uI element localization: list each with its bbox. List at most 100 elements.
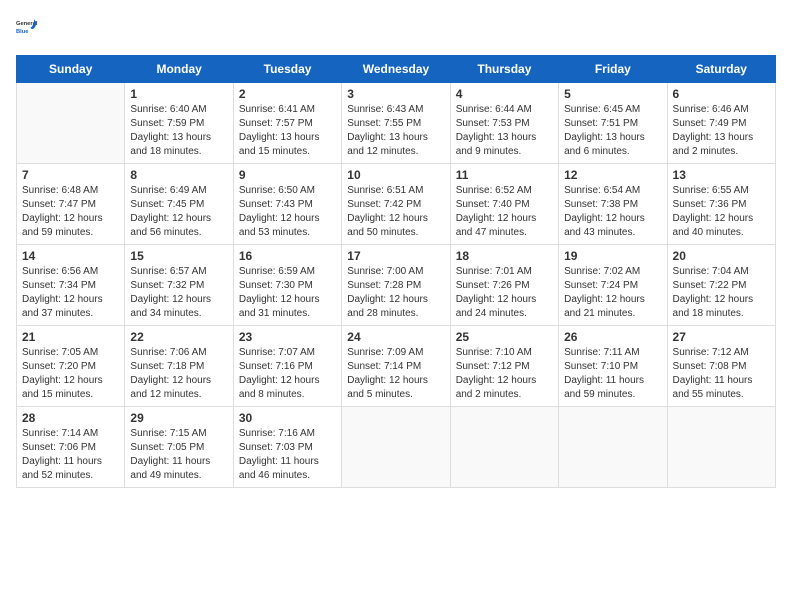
calendar-cell: 26 Sunrise: 7:11 AMSunset: 7:10 PMDayligh…: [559, 326, 667, 407]
calendar-cell: 24Sunrise: 7:09 AMSunset: 7:14 PMDayligh…: [342, 326, 450, 407]
calendar-cell: 28 Sunrise: 7:14 AMSunset: 7:06 PMDayligh…: [17, 407, 125, 488]
day-number: 23: [239, 330, 336, 344]
calendar-cell: 7 Sunrise: 6:48 AMSunset: 7:47 PMDaylight…: [17, 164, 125, 245]
day-info: Sunrise: 7:15 AMSunset: 7:05 PMDaylight:…: [130, 427, 227, 483]
calendar-cell: 1 Sunrise: 6:40 AMSunset: 7:59 PMDaylight…: [125, 83, 233, 164]
day-number: 14: [22, 249, 119, 263]
day-number: 27: [673, 330, 770, 344]
weekday-header-sunday: Sunday: [17, 56, 125, 83]
calendar-cell: 27 Sunrise: 7:12 AMSunset: 7:08 PMDayligh…: [667, 326, 775, 407]
day-info: Sunrise: 7:11 AMSunset: 7:10 PMDaylight:…: [564, 346, 661, 402]
calendar-cell: 15Sunrise: 6:57 AMSunset: 7:32 PMDayligh…: [125, 245, 233, 326]
calendar-cell: 3 Sunrise: 6:43 AMSunset: 7:55 PMDaylight…: [342, 83, 450, 164]
calendar-cell: 2Sunrise: 6:41 AMSunset: 7:57 PMDaylight…: [233, 83, 341, 164]
day-info: Sunrise: 7:07 AMSunset: 7:16 PMDaylight:…: [239, 346, 336, 402]
day-info: Sunrise: 6:49 AMSunset: 7:45 PMDaylight:…: [130, 184, 227, 240]
week-row-1: 1 Sunrise: 6:40 AMSunset: 7:59 PMDaylight…: [17, 83, 776, 164]
day-info: Sunrise: 6:48 AMSunset: 7:47 PMDaylight:…: [22, 184, 119, 240]
calendar-cell: 20 Sunrise: 7:04 AMSunset: 7:22 PMDayligh…: [667, 245, 775, 326]
day-number: 6: [673, 87, 770, 101]
day-info: Sunrise: 6:50 AMSunset: 7:43 PMDaylight:…: [239, 184, 336, 240]
day-info: Sunrise: 6:45 AMSunset: 7:51 PMDaylight:…: [564, 103, 661, 159]
day-number: 11: [456, 168, 553, 182]
calendar-cell: 9 Sunrise: 6:50 AMSunset: 7:43 PMDaylight…: [233, 164, 341, 245]
weekday-header-tuesday: Tuesday: [233, 56, 341, 83]
day-number: 16: [239, 249, 336, 263]
calendar-cell: 25 Sunrise: 7:10 AMSunset: 7:12 PMDayligh…: [450, 326, 558, 407]
calendar-cell: 30 Sunrise: 7:16 AMSunset: 7:03 PMDayligh…: [233, 407, 341, 488]
day-number: 26: [564, 330, 661, 344]
day-number: 17: [347, 249, 444, 263]
calendar-cell: 8 Sunrise: 6:49 AMSunset: 7:45 PMDaylight…: [125, 164, 233, 245]
calendar: SundayMondayTuesdayWednesdayThursdayFrid…: [16, 55, 776, 488]
weekday-header-saturday: Saturday: [667, 56, 775, 83]
day-info: Sunrise: 6:40 AMSunset: 7:59 PMDaylight:…: [130, 103, 227, 159]
calendar-cell: 6Sunrise: 6:46 AMSunset: 7:49 PMDaylight…: [667, 83, 775, 164]
day-info: Sunrise: 7:04 AMSunset: 7:22 PMDaylight:…: [673, 265, 770, 321]
day-info: Sunrise: 7:12 AMSunset: 7:08 PMDaylight:…: [673, 346, 770, 402]
day-number: 2: [239, 87, 336, 101]
calendar-cell: 17 Sunrise: 7:00 AMSunset: 7:28 PMDayligh…: [342, 245, 450, 326]
day-info: Sunrise: 6:43 AMSunset: 7:55 PMDaylight:…: [347, 103, 444, 159]
day-number: 24: [347, 330, 444, 344]
calendar-cell: 10Sunrise: 6:51 AMSunset: 7:42 PMDayligh…: [342, 164, 450, 245]
week-row-4: 21Sunrise: 7:05 AMSunset: 7:20 PMDayligh…: [17, 326, 776, 407]
calendar-cell: [450, 407, 558, 488]
calendar-cell: 12 Sunrise: 6:54 AMSunset: 7:38 PMDayligh…: [559, 164, 667, 245]
day-number: 5: [564, 87, 661, 101]
calendar-cell: 13Sunrise: 6:55 AMSunset: 7:36 PMDayligh…: [667, 164, 775, 245]
calendar-cell: 11 Sunrise: 6:52 AMSunset: 7:40 PMDayligh…: [450, 164, 558, 245]
weekday-header-row: SundayMondayTuesdayWednesdayThursdayFrid…: [17, 56, 776, 83]
day-info: Sunrise: 7:06 AMSunset: 7:18 PMDaylight:…: [130, 346, 227, 402]
day-number: 22: [130, 330, 227, 344]
calendar-cell: 5 Sunrise: 6:45 AMSunset: 7:51 PMDaylight…: [559, 83, 667, 164]
day-number: 25: [456, 330, 553, 344]
day-info: Sunrise: 7:01 AMSunset: 7:26 PMDaylight:…: [456, 265, 553, 321]
day-number: 3: [347, 87, 444, 101]
day-info: Sunrise: 6:44 AMSunset: 7:53 PMDaylight:…: [456, 103, 553, 159]
day-info: Sunrise: 6:54 AMSunset: 7:38 PMDaylight:…: [564, 184, 661, 240]
day-info: Sunrise: 6:52 AMSunset: 7:40 PMDaylight:…: [456, 184, 553, 240]
day-number: 19: [564, 249, 661, 263]
day-number: 8: [130, 168, 227, 182]
day-number: 21: [22, 330, 119, 344]
day-info: Sunrise: 7:16 AMSunset: 7:03 PMDaylight:…: [239, 427, 336, 483]
calendar-cell: 4 Sunrise: 6:44 AMSunset: 7:53 PMDaylight…: [450, 83, 558, 164]
day-info: Sunrise: 7:00 AMSunset: 7:28 PMDaylight:…: [347, 265, 444, 321]
calendar-cell: [667, 407, 775, 488]
calendar-cell: 21Sunrise: 7:05 AMSunset: 7:20 PMDayligh…: [17, 326, 125, 407]
day-number: 1: [130, 87, 227, 101]
day-number: 4: [456, 87, 553, 101]
day-number: 30: [239, 411, 336, 425]
weekday-header-friday: Friday: [559, 56, 667, 83]
week-row-3: 14Sunrise: 6:56 AMSunset: 7:34 PMDayligh…: [17, 245, 776, 326]
calendar-cell: [17, 83, 125, 164]
day-number: 9: [239, 168, 336, 182]
day-info: Sunrise: 7:10 AMSunset: 7:12 PMDaylight:…: [456, 346, 553, 402]
day-number: 29: [130, 411, 227, 425]
day-number: 18: [456, 249, 553, 263]
weekday-header-monday: Monday: [125, 56, 233, 83]
calendar-cell: 16Sunrise: 6:59 AMSunset: 7:30 PMDayligh…: [233, 245, 341, 326]
calendar-cell: 18 Sunrise: 7:01 AMSunset: 7:26 PMDayligh…: [450, 245, 558, 326]
calendar-cell: 14Sunrise: 6:56 AMSunset: 7:34 PMDayligh…: [17, 245, 125, 326]
calendar-cell: [342, 407, 450, 488]
day-info: Sunrise: 6:55 AMSunset: 7:36 PMDaylight:…: [673, 184, 770, 240]
day-number: 7: [22, 168, 119, 182]
logo-icon: General Blue: [16, 16, 40, 45]
day-number: 28: [22, 411, 119, 425]
day-number: 20: [673, 249, 770, 263]
calendar-cell: 19 Sunrise: 7:02 AMSunset: 7:24 PMDayligh…: [559, 245, 667, 326]
logo: General Blue: [16, 16, 40, 45]
calendar-cell: 23 Sunrise: 7:07 AMSunset: 7:16 PMDayligh…: [233, 326, 341, 407]
weekday-header-thursday: Thursday: [450, 56, 558, 83]
day-number: 15: [130, 249, 227, 263]
day-number: 10: [347, 168, 444, 182]
weekday-header-wednesday: Wednesday: [342, 56, 450, 83]
svg-text:Blue: Blue: [16, 29, 28, 35]
day-info: Sunrise: 7:02 AMSunset: 7:24 PMDaylight:…: [564, 265, 661, 321]
day-info: Sunrise: 7:14 AMSunset: 7:06 PMDaylight:…: [22, 427, 119, 483]
day-number: 12: [564, 168, 661, 182]
week-row-5: 28 Sunrise: 7:14 AMSunset: 7:06 PMDayligh…: [17, 407, 776, 488]
calendar-cell: [559, 407, 667, 488]
